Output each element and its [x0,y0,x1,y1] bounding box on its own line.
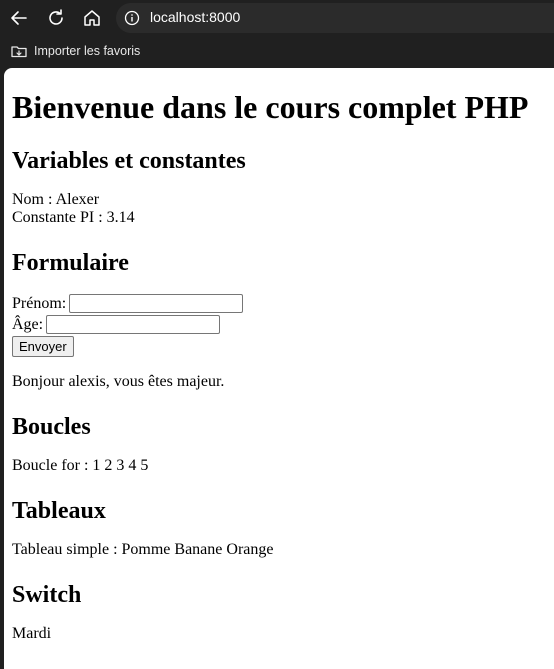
firstname-input[interactable] [69,294,244,313]
variables-block: Nom : Alexer Constante PI : 3.14 [12,191,546,227]
firstname-row: Prénom: [12,293,546,314]
age-label: Âge: [12,316,44,333]
switch-text: Mardi [12,625,52,642]
address-bar[interactable]: localhost:8000 [116,3,554,33]
info-icon[interactable] [124,10,140,26]
reload-button[interactable] [43,6,69,30]
back-arrow-icon [11,11,27,25]
loops-text: Boucle for : 1 2 3 4 5 [12,457,149,474]
firstname-label: Prénom: [12,295,67,312]
age-input[interactable] [46,315,221,334]
browser-toolbar: localhost:8000 [0,0,554,36]
switch-heading: Switch [12,582,82,608]
home-button[interactable] [79,6,105,30]
variables-heading: Variables et constantes [12,148,246,174]
home-icon [84,10,100,26]
loops-heading: Boucles [12,414,91,440]
import-favorites-item[interactable]: Importer les favoris [10,42,140,60]
url-text: localhost:8000 [150,9,241,25]
page-viewport: Bienvenue dans le cours complet PHP Vari… [4,68,554,669]
submit-button[interactable]: Envoyer [12,336,74,357]
form: Prénom: Âge: Envoyer [12,293,546,357]
reload-icon [49,9,63,25]
favorites-bar: Importer les favoris [0,36,554,66]
back-button[interactable] [6,6,32,30]
form-result: Bonjour alexis, vous êtes majeur. [12,373,225,390]
name-line: Nom : Alexer [12,191,100,208]
page-title: Bienvenue dans le cours complet PHP [12,89,529,125]
age-row: Âge: [12,314,546,335]
import-favorites-label: Importer les favoris [34,44,141,58]
page-content: Bienvenue dans le cours complet PHP Vari… [4,89,554,643]
form-heading: Formulaire [12,250,129,276]
arrays-heading: Tableaux [12,498,106,524]
arrays-text: Tableau simple : Pomme Banane Orange [12,541,274,558]
constant-line: Constante PI : 3.14 [12,209,135,226]
import-favorites-icon [11,46,27,58]
